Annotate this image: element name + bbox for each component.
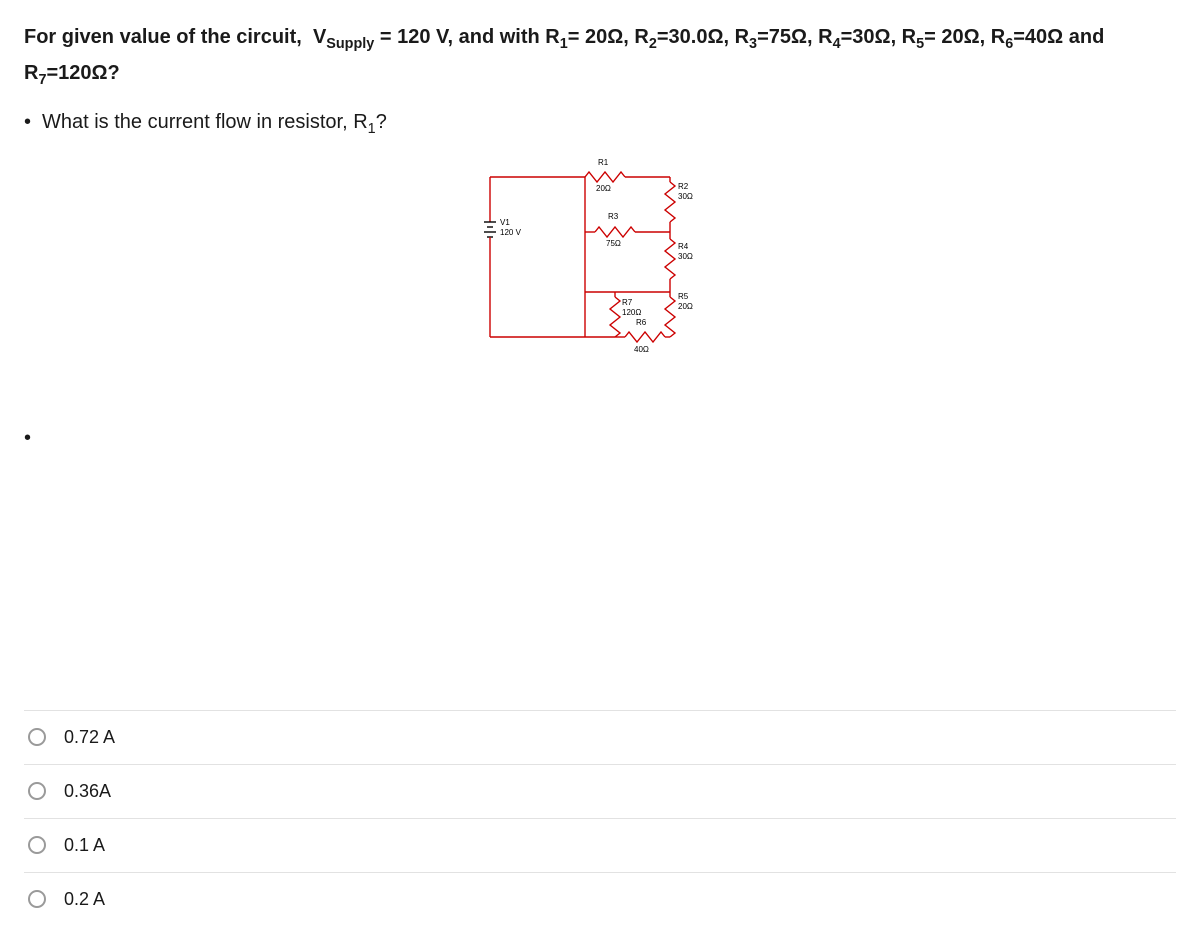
option-2[interactable]: 0.36A — [24, 764, 1176, 818]
voltage-source: V1 120 V — [484, 177, 522, 337]
resistor-r1: R1 20Ω — [585, 158, 625, 193]
resistor-r7: R7 120Ω — [585, 292, 641, 337]
question-stem: For given value of the circuit, VSupply … — [24, 20, 1176, 93]
svg-text:120 V: 120 V — [500, 228, 522, 237]
svg-text:75Ω: 75Ω — [606, 239, 621, 248]
circuit-svg: V1 120 V R1 20Ω R2 30Ω R3 75Ω — [470, 147, 730, 367]
option-1[interactable]: 0.72 A — [24, 710, 1176, 764]
radio-icon — [28, 890, 46, 908]
option-4[interactable]: 0.2 A — [24, 872, 1176, 926]
svg-text:R7: R7 — [622, 298, 633, 307]
svg-text:30Ω: 30Ω — [678, 192, 693, 201]
option-label: 0.2 A — [64, 889, 105, 910]
resistor-r5: R5 20Ω — [665, 292, 693, 337]
circuit-diagram: V1 120 V R1 20Ω R2 30Ω R3 75Ω — [24, 147, 1176, 367]
svg-text:V1: V1 — [500, 218, 510, 227]
svg-text:120Ω: 120Ω — [622, 308, 641, 317]
question-sub: What is the current flow in resistor, R1… — [42, 111, 1176, 137]
option-label: 0.36A — [64, 781, 111, 802]
resistor-r4: R4 30Ω — [665, 232, 693, 292]
empty-bullet — [42, 427, 1176, 450]
svg-text:R5: R5 — [678, 292, 689, 301]
svg-text:20Ω: 20Ω — [596, 184, 611, 193]
svg-text:R6: R6 — [636, 318, 647, 327]
svg-text:R2: R2 — [678, 182, 689, 191]
option-label: 0.72 A — [64, 727, 115, 748]
radio-icon — [28, 782, 46, 800]
option-label: 0.1 A — [64, 835, 105, 856]
options-group: 0.72 A 0.36A 0.1 A 0.2 A — [24, 710, 1176, 926]
resistor-r3: R3 75Ω — [585, 212, 670, 248]
resistor-r6: R6 40Ω — [615, 318, 670, 354]
svg-text:20Ω: 20Ω — [678, 302, 693, 311]
option-3[interactable]: 0.1 A — [24, 818, 1176, 872]
svg-text:30Ω: 30Ω — [678, 252, 693, 261]
radio-icon — [28, 728, 46, 746]
radio-icon — [28, 836, 46, 854]
svg-text:R3: R3 — [608, 212, 619, 221]
resistor-r2: R2 30Ω — [665, 177, 693, 232]
svg-text:R4: R4 — [678, 242, 689, 251]
svg-text:40Ω: 40Ω — [634, 345, 649, 354]
svg-text:R1: R1 — [598, 158, 609, 167]
